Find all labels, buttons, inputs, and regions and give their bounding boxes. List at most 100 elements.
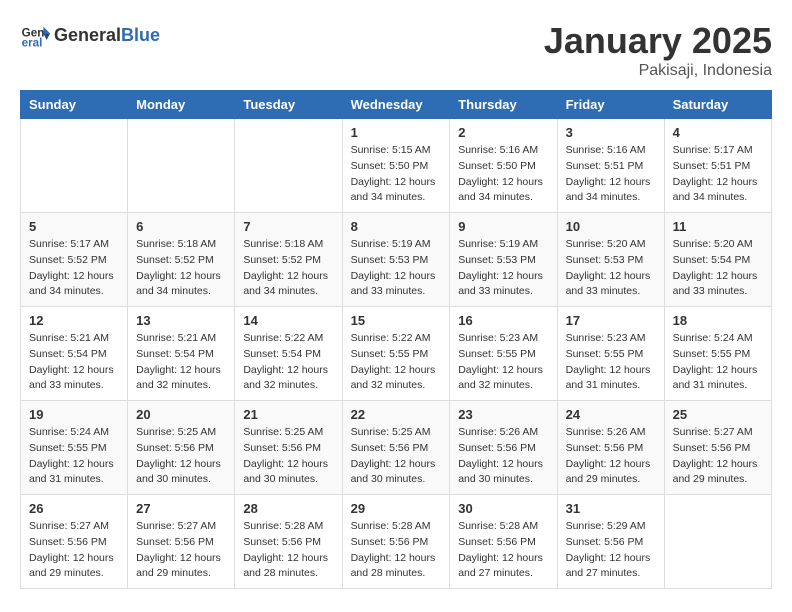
day-cell: 14 Sunrise: 5:22 AMSunset: 5:54 PMDaylig… [235,307,342,401]
weekday-wednesday: Wednesday [342,91,450,119]
day-info: Sunrise: 5:19 AMSunset: 5:53 PMDaylight:… [351,237,442,300]
day-cell: 19 Sunrise: 5:24 AMSunset: 5:55 PMDaylig… [21,401,128,495]
day-cell: 11 Sunrise: 5:20 AMSunset: 5:54 PMDaylig… [664,213,771,307]
day-number: 10 [566,219,656,234]
logo: Gen eral GeneralBlue [20,20,160,50]
day-number: 11 [673,219,763,234]
day-cell: 13 Sunrise: 5:21 AMSunset: 5:54 PMDaylig… [128,307,235,401]
day-cell: 1 Sunrise: 5:15 AMSunset: 5:50 PMDayligh… [342,119,450,213]
day-info: Sunrise: 5:21 AMSunset: 5:54 PMDaylight:… [29,331,119,394]
weekday-friday: Friday [557,91,664,119]
day-cell: 18 Sunrise: 5:24 AMSunset: 5:55 PMDaylig… [664,307,771,401]
week-row-1: 1 Sunrise: 5:15 AMSunset: 5:50 PMDayligh… [21,119,772,213]
day-cell: 15 Sunrise: 5:22 AMSunset: 5:55 PMDaylig… [342,307,450,401]
day-cell: 16 Sunrise: 5:23 AMSunset: 5:55 PMDaylig… [450,307,557,401]
day-info: Sunrise: 5:20 AMSunset: 5:54 PMDaylight:… [673,237,763,300]
weekday-header-row: SundayMondayTuesdayWednesdayThursdayFrid… [21,91,772,119]
day-info: Sunrise: 5:23 AMSunset: 5:55 PMDaylight:… [566,331,656,394]
day-number: 24 [566,407,656,422]
week-row-4: 19 Sunrise: 5:24 AMSunset: 5:55 PMDaylig… [21,401,772,495]
day-cell [21,119,128,213]
day-cell: 28 Sunrise: 5:28 AMSunset: 5:56 PMDaylig… [235,495,342,589]
day-number: 9 [458,219,548,234]
day-cell: 4 Sunrise: 5:17 AMSunset: 5:51 PMDayligh… [664,119,771,213]
page-header: Gen eral GeneralBlue January 2025 Pakisa… [20,20,772,80]
day-cell: 12 Sunrise: 5:21 AMSunset: 5:54 PMDaylig… [21,307,128,401]
day-number: 14 [243,313,333,328]
day-number: 15 [351,313,442,328]
week-row-5: 26 Sunrise: 5:27 AMSunset: 5:56 PMDaylig… [21,495,772,589]
day-number: 18 [673,313,763,328]
day-cell: 17 Sunrise: 5:23 AMSunset: 5:55 PMDaylig… [557,307,664,401]
month-title: January 2025 [544,20,772,62]
day-cell: 5 Sunrise: 5:17 AMSunset: 5:52 PMDayligh… [21,213,128,307]
day-number: 19 [29,407,119,422]
day-info: Sunrise: 5:24 AMSunset: 5:55 PMDaylight:… [673,331,763,394]
day-cell: 10 Sunrise: 5:20 AMSunset: 5:53 PMDaylig… [557,213,664,307]
day-info: Sunrise: 5:20 AMSunset: 5:53 PMDaylight:… [566,237,656,300]
day-cell: 22 Sunrise: 5:25 AMSunset: 5:56 PMDaylig… [342,401,450,495]
day-info: Sunrise: 5:18 AMSunset: 5:52 PMDaylight:… [136,237,226,300]
day-cell: 3 Sunrise: 5:16 AMSunset: 5:51 PMDayligh… [557,119,664,213]
day-cell [235,119,342,213]
day-info: Sunrise: 5:28 AMSunset: 5:56 PMDaylight:… [351,519,442,582]
day-info: Sunrise: 5:29 AMSunset: 5:56 PMDaylight:… [566,519,656,582]
title-area: January 2025 Pakisaji, Indonesia [544,20,772,80]
day-info: Sunrise: 5:28 AMSunset: 5:56 PMDaylight:… [243,519,333,582]
day-cell: 21 Sunrise: 5:25 AMSunset: 5:56 PMDaylig… [235,401,342,495]
day-number: 5 [29,219,119,234]
week-row-3: 12 Sunrise: 5:21 AMSunset: 5:54 PMDaylig… [21,307,772,401]
day-number: 26 [29,501,119,516]
weekday-sunday: Sunday [21,91,128,119]
svg-text:eral: eral [22,37,43,50]
day-number: 28 [243,501,333,516]
day-number: 6 [136,219,226,234]
day-info: Sunrise: 5:23 AMSunset: 5:55 PMDaylight:… [458,331,548,394]
day-number: 29 [351,501,442,516]
day-number: 13 [136,313,226,328]
day-info: Sunrise: 5:17 AMSunset: 5:51 PMDaylight:… [673,143,763,206]
day-number: 21 [243,407,333,422]
day-number: 31 [566,501,656,516]
day-info: Sunrise: 5:25 AMSunset: 5:56 PMDaylight:… [243,425,333,488]
day-cell: 23 Sunrise: 5:26 AMSunset: 5:56 PMDaylig… [450,401,557,495]
day-cell: 31 Sunrise: 5:29 AMSunset: 5:56 PMDaylig… [557,495,664,589]
day-cell: 6 Sunrise: 5:18 AMSunset: 5:52 PMDayligh… [128,213,235,307]
day-number: 23 [458,407,548,422]
day-info: Sunrise: 5:26 AMSunset: 5:56 PMDaylight:… [566,425,656,488]
day-number: 30 [458,501,548,516]
day-cell: 20 Sunrise: 5:25 AMSunset: 5:56 PMDaylig… [128,401,235,495]
logo-text: GeneralBlue [54,25,160,46]
weekday-tuesday: Tuesday [235,91,342,119]
day-number: 27 [136,501,226,516]
day-info: Sunrise: 5:25 AMSunset: 5:56 PMDaylight:… [351,425,442,488]
day-info: Sunrise: 5:15 AMSunset: 5:50 PMDaylight:… [351,143,442,206]
day-cell: 29 Sunrise: 5:28 AMSunset: 5:56 PMDaylig… [342,495,450,589]
day-info: Sunrise: 5:25 AMSunset: 5:56 PMDaylight:… [136,425,226,488]
day-info: Sunrise: 5:27 AMSunset: 5:56 PMDaylight:… [29,519,119,582]
day-info: Sunrise: 5:18 AMSunset: 5:52 PMDaylight:… [243,237,333,300]
day-info: Sunrise: 5:19 AMSunset: 5:53 PMDaylight:… [458,237,548,300]
day-cell: 25 Sunrise: 5:27 AMSunset: 5:56 PMDaylig… [664,401,771,495]
weekday-saturday: Saturday [664,91,771,119]
day-number: 16 [458,313,548,328]
day-number: 2 [458,125,548,140]
logo-blue: Blue [121,25,160,45]
day-info: Sunrise: 5:27 AMSunset: 5:56 PMDaylight:… [136,519,226,582]
day-info: Sunrise: 5:16 AMSunset: 5:50 PMDaylight:… [458,143,548,206]
day-number: 17 [566,313,656,328]
day-number: 1 [351,125,442,140]
day-cell: 9 Sunrise: 5:19 AMSunset: 5:53 PMDayligh… [450,213,557,307]
day-info: Sunrise: 5:21 AMSunset: 5:54 PMDaylight:… [136,331,226,394]
day-info: Sunrise: 5:28 AMSunset: 5:56 PMDaylight:… [458,519,548,582]
day-info: Sunrise: 5:16 AMSunset: 5:51 PMDaylight:… [566,143,656,206]
location: Pakisaji, Indonesia [544,62,772,80]
day-number: 3 [566,125,656,140]
day-cell [128,119,235,213]
day-info: Sunrise: 5:27 AMSunset: 5:56 PMDaylight:… [673,425,763,488]
weekday-monday: Monday [128,91,235,119]
day-number: 12 [29,313,119,328]
day-number: 25 [673,407,763,422]
day-cell: 24 Sunrise: 5:26 AMSunset: 5:56 PMDaylig… [557,401,664,495]
day-info: Sunrise: 5:22 AMSunset: 5:55 PMDaylight:… [351,331,442,394]
